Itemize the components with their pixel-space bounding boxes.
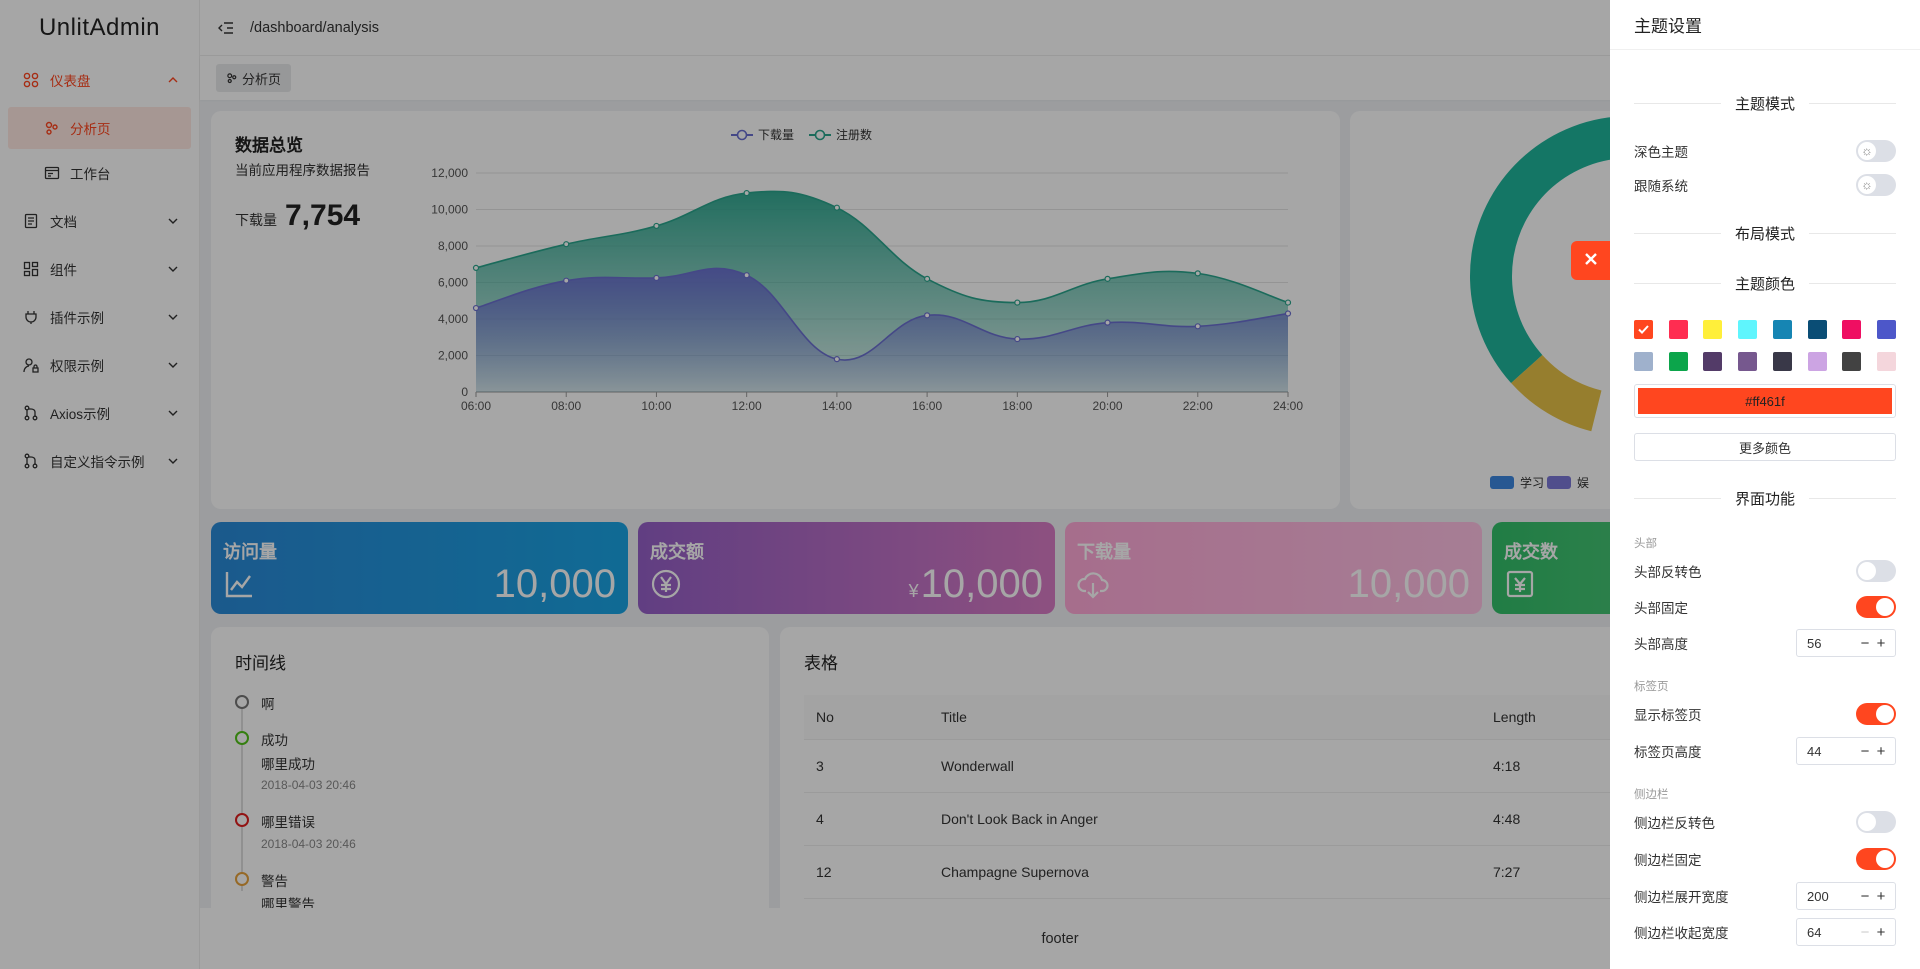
tabs-height-label: 标签页高度 bbox=[1634, 745, 1702, 760]
dark-theme-label: 深色主题 bbox=[1634, 145, 1688, 160]
increment-button[interactable]: + bbox=[1873, 743, 1889, 760]
show-tabs-label: 显示标签页 bbox=[1634, 708, 1702, 723]
header-invert-label: 头部反转色 bbox=[1634, 565, 1702, 580]
section-theme-mode: 主题模式 bbox=[1634, 93, 1896, 113]
header-fixed-label: 头部固定 bbox=[1634, 601, 1688, 616]
check-icon bbox=[1638, 325, 1649, 334]
decrement-button[interactable]: − bbox=[1857, 743, 1873, 760]
more-colors-button[interactable]: 更多颜色 bbox=[1634, 433, 1896, 461]
drawer-close-button[interactable] bbox=[1571, 241, 1610, 280]
header-fixed-switch[interactable] bbox=[1856, 596, 1896, 618]
group-header-label: 头部 bbox=[1634, 538, 1657, 550]
group-tabs-label: 标签页 bbox=[1634, 681, 1669, 693]
color-swatch[interactable] bbox=[1807, 320, 1827, 339]
tabs-height-row: 标签页高度 44 − + bbox=[1634, 737, 1896, 765]
section-theme-color: 主题颜色 bbox=[1634, 273, 1896, 293]
header-height-label: 头部高度 bbox=[1634, 637, 1688, 652]
sidebar-invert-switch[interactable] bbox=[1856, 811, 1896, 833]
color-swatch[interactable] bbox=[1703, 320, 1723, 339]
color-swatch[interactable] bbox=[1738, 352, 1758, 371]
color-swatch[interactable] bbox=[1668, 352, 1688, 371]
swatch-row-2 bbox=[1634, 352, 1896, 371]
color-swatch[interactable] bbox=[1703, 352, 1723, 371]
drawer-title: 主题设置 bbox=[1610, 0, 1920, 50]
section-ui-features: 界面功能 bbox=[1634, 488, 1896, 508]
color-swatch[interactable] bbox=[1634, 320, 1653, 339]
header-fixed-row: 头部固定 bbox=[1634, 595, 1896, 619]
header-height-value: 56 bbox=[1807, 635, 1822, 651]
color-swatch[interactable] bbox=[1876, 320, 1896, 339]
sidebar-fixed-row: 侧边栏固定 bbox=[1634, 847, 1896, 871]
color-swatch[interactable] bbox=[1738, 320, 1758, 339]
increment-button[interactable]: + bbox=[1873, 888, 1889, 905]
color-swatch[interactable] bbox=[1772, 352, 1792, 371]
dark-theme-row: 深色主题 bbox=[1634, 139, 1896, 163]
sidebar-collapse-width-label: 侧边栏收起宽度 bbox=[1634, 926, 1729, 941]
current-color-value: #ff461f bbox=[1638, 388, 1892, 414]
decrement-button[interactable]: − bbox=[1857, 924, 1873, 941]
color-swatch[interactable] bbox=[1876, 352, 1896, 371]
sidebar-expand-width-value: 200 bbox=[1807, 888, 1829, 904]
sidebar-collapse-width-stepper[interactable]: 64 − + bbox=[1796, 918, 1896, 946]
increment-button[interactable]: + bbox=[1873, 924, 1889, 941]
show-tabs-row: 显示标签页 bbox=[1634, 702, 1896, 726]
header-height-row: 头部高度 56 − + bbox=[1634, 629, 1896, 657]
sidebar-expand-width-label: 侧边栏展开宽度 bbox=[1634, 890, 1729, 905]
header-height-stepper[interactable]: 56 − + bbox=[1796, 629, 1896, 657]
swatch-row-1 bbox=[1634, 320, 1896, 339]
decrement-button[interactable]: − bbox=[1857, 888, 1873, 905]
current-color-picker[interactable]: #ff461f bbox=[1634, 384, 1896, 418]
show-tabs-switch[interactable] bbox=[1856, 703, 1896, 725]
sidebar-collapse-width-row: 侧边栏收起宽度 64 − + bbox=[1634, 918, 1896, 946]
section-layout-mode: 布局模式 bbox=[1634, 223, 1896, 243]
follow-system-row: 跟随系统 bbox=[1634, 173, 1896, 197]
tabs-height-stepper[interactable]: 44 − + bbox=[1796, 737, 1896, 765]
sidebar-fixed-switch[interactable] bbox=[1856, 848, 1896, 870]
sidebar-collapse-width-value: 64 bbox=[1807, 924, 1822, 940]
sidebar-expand-width-row: 侧边栏展开宽度 200 − + bbox=[1634, 882, 1896, 910]
dark-theme-switch[interactable] bbox=[1856, 140, 1896, 162]
color-swatch[interactable] bbox=[1668, 320, 1688, 339]
sidebar-invert-label: 侧边栏反转色 bbox=[1634, 816, 1715, 831]
color-swatch[interactable] bbox=[1772, 320, 1792, 339]
follow-system-label: 跟随系统 bbox=[1634, 179, 1688, 194]
header-invert-switch[interactable] bbox=[1856, 560, 1896, 582]
color-swatch[interactable] bbox=[1807, 352, 1827, 371]
sidebar-expand-width-stepper[interactable]: 200 − + bbox=[1796, 882, 1896, 910]
sidebar-invert-row: 侧边栏反转色 bbox=[1634, 810, 1896, 834]
group-sidebar-label: 侧边栏 bbox=[1634, 789, 1669, 801]
sidebar-fixed-label: 侧边栏固定 bbox=[1634, 853, 1702, 868]
theme-settings-drawer: 主题设置 主题模式 深色主题 跟随系统 布局模式 主题颜色 #ff461f 更多… bbox=[1610, 0, 1920, 969]
tabs-height-value: 44 bbox=[1807, 743, 1822, 759]
color-swatch[interactable] bbox=[1634, 352, 1653, 371]
close-icon bbox=[1584, 252, 1598, 269]
color-swatch[interactable] bbox=[1842, 320, 1862, 339]
decrement-button[interactable]: − bbox=[1857, 635, 1873, 652]
increment-button[interactable]: + bbox=[1873, 635, 1889, 652]
follow-system-switch[interactable] bbox=[1856, 174, 1896, 196]
header-invert-row: 头部反转色 bbox=[1634, 559, 1896, 583]
color-swatch[interactable] bbox=[1842, 352, 1862, 371]
